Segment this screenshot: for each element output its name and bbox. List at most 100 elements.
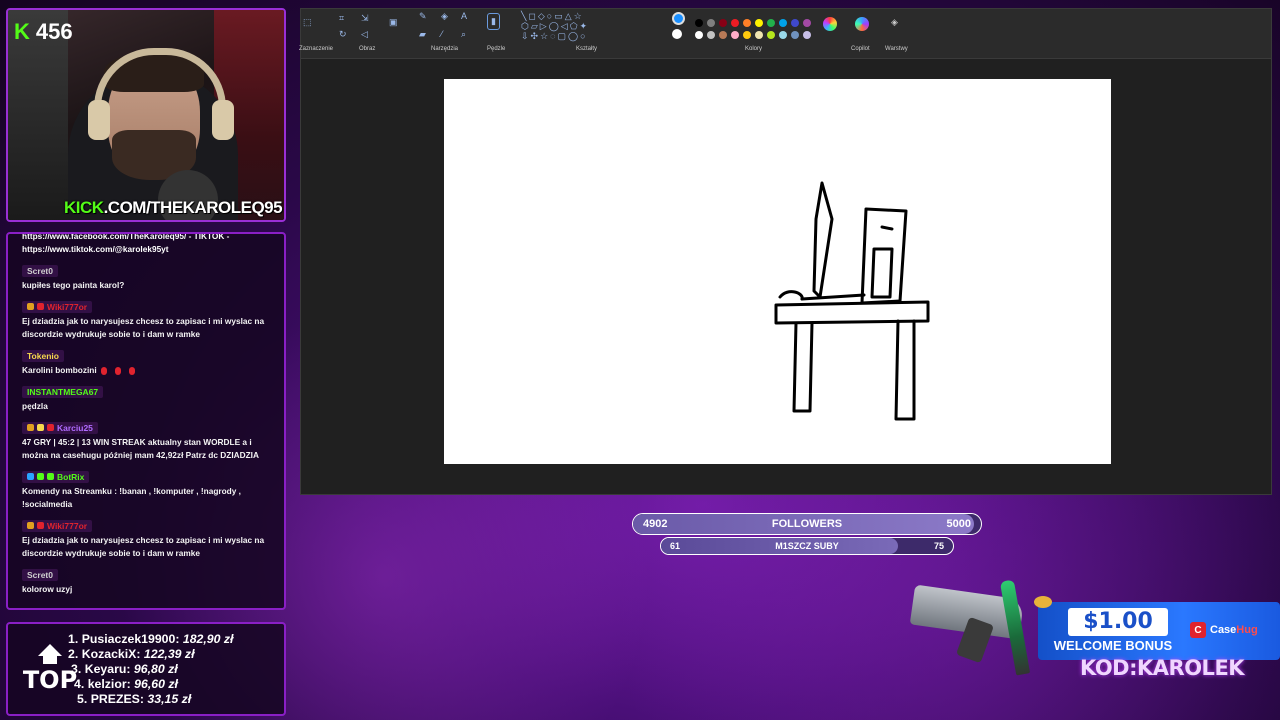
kick-channel-url: .COM/THEKAROLEQ95 — [103, 198, 283, 217]
chat-text-content: Ej dziadzia jak to narysujesz chcesz to … — [22, 316, 265, 339]
followers-goal-bar: 4902 FOLLOWERS 5000 — [632, 513, 982, 535]
image-icon[interactable]: ▣ — [389, 17, 398, 28]
chat-username[interactable]: INSTANTMEGA67 — [22, 386, 104, 398]
palette-color-swatch[interactable] — [695, 31, 703, 39]
casehug-brand: C CaseHug — [1190, 622, 1258, 638]
top-donor-row: 3. Keyaru: 96,80 zł — [68, 662, 233, 677]
chat-badge-icon — [27, 303, 34, 310]
emote-icon — [128, 366, 135, 375]
shapes-row-3-icon[interactable]: ⇩✣☆◌▢◯○ — [521, 31, 588, 42]
primary-color-swatch[interactable] — [672, 12, 685, 25]
casehug-ad: $1.00 WELCOME BONUS C CaseHug KOD:KAROLE… — [908, 579, 1280, 690]
promo-code: KOD:KAROLEK — [1080, 656, 1245, 680]
layers-icon[interactable]: ◈ — [891, 17, 898, 28]
chat-panel: https://www.facebook.com/TheKaroleq95/ -… — [6, 232, 286, 610]
chat-username-text: BotRix — [57, 471, 85, 482]
followers-target: 5000 — [946, 518, 971, 530]
edit-colors-icon[interactable] — [823, 17, 837, 31]
follower-count-value: 456 — [35, 19, 73, 44]
magnifier-icon[interactable]: ⌕ — [461, 29, 466, 40]
brush-icon[interactable]: ▮ — [487, 13, 500, 30]
headset-earcup-right — [212, 100, 234, 140]
chat-username[interactable]: Karciu25 — [22, 421, 98, 434]
paint-ribbon: ⬚ ⌗ ⇲ ▣ ↻ ◁ ✎ ◈ A ▰ ⁄ ⌕ ▮ ╲◻◇○▭△☆ ⬡▱▷◯◁⬠… — [299, 9, 1271, 59]
ribbon-group-label: Narzędzia — [431, 46, 459, 52]
chat-messages: Scret0 kupiłes tego painta karol? Wiki777o… — [22, 261, 274, 596]
top-donor-amount: 96,60 zł — [134, 677, 178, 691]
chat-message: Karciu25 47 GRY | 45:2 | 13 WIN STREAK ak… — [22, 418, 274, 462]
subs-target: 75 — [933, 541, 944, 551]
casehug-brand-case: Case — [1210, 624, 1237, 636]
chat-text-content: 47 GRY | 45:2 | 13 WIN STREAK aktualny s… — [22, 437, 259, 460]
top-donor-rank: 3. — [71, 662, 82, 676]
chat-username-text: INSTANTMEGA67 — [27, 387, 99, 397]
chat-username[interactable]: BotRix — [22, 470, 90, 483]
chat-text: kupiłes tego painta karol? — [22, 279, 274, 292]
rotate-icon[interactable]: ↻ — [339, 29, 347, 40]
paint-window: ⬚ ⌗ ⇲ ▣ ↻ ◁ ✎ ◈ A ▰ ⁄ ⌕ ▮ ╲◻◇○▭△☆ ⬡▱▷◯◁⬠… — [299, 8, 1272, 495]
resize-icon[interactable]: ⇲ — [361, 13, 369, 24]
chat-username[interactable]: Scret0 — [22, 569, 58, 581]
kick-prefix: KICK — [64, 198, 104, 217]
ribbon-group-label: Kształty — [576, 46, 598, 52]
palette-color-swatch[interactable] — [755, 19, 763, 27]
top-donor-name: KozackiX: — [81, 647, 141, 661]
secondary-color-swatch[interactable] — [672, 29, 682, 39]
palette-color-swatch[interactable] — [779, 19, 787, 27]
palette-color-swatch[interactable] — [707, 31, 715, 39]
palette-color-swatch[interactable] — [779, 31, 787, 39]
top-donor-rank: 2. — [68, 647, 79, 661]
chat-text-content: pędzla — [22, 401, 48, 411]
drawing-canvas[interactable] — [444, 79, 1111, 464]
top-donor-amount: 33,15 zł — [147, 692, 192, 706]
chat-username[interactable]: Wiki777or — [22, 300, 93, 313]
chat-badge-icon — [37, 522, 44, 529]
chat-username-text: Scret0 — [27, 266, 53, 276]
desk-with-computer-drawing — [774, 181, 930, 421]
chat-text: pędzla — [22, 400, 274, 413]
chat-badge-icon — [47, 473, 54, 480]
palette-color-swatch[interactable] — [719, 19, 727, 27]
palette-color-swatch[interactable] — [707, 19, 715, 27]
select-icon[interactable]: ⬚ — [303, 17, 312, 28]
casehug-brand-hug: Hug — [1236, 624, 1258, 636]
palette-color-swatch[interactable] — [731, 31, 739, 39]
fill-icon[interactable]: ◈ — [441, 11, 448, 22]
top-donor-row: 4. kelzior: 96,60 zł — [68, 677, 233, 692]
text-icon[interactable]: A — [461, 11, 467, 21]
top-donors-list: 1. Pusiaczek19900: 182,90 zł 2. KozackiX… — [68, 632, 233, 707]
chat-username[interactable]: Tokenio — [22, 350, 64, 362]
copilot-icon[interactable] — [855, 17, 869, 31]
palette-color-swatch[interactable] — [803, 19, 811, 27]
chat-username[interactable]: Scret0 — [22, 265, 58, 277]
chat-text: Karolini bombozini — [22, 364, 274, 377]
pencil-icon[interactable]: ✎ — [419, 11, 427, 22]
top-donor-row: 1. Pusiaczek19900: 182,90 zł — [68, 632, 233, 647]
color-picker-icon[interactable]: ⁄ — [441, 29, 443, 39]
palette-color-swatch[interactable] — [743, 31, 751, 39]
top-donor-rank: 4. — [74, 677, 85, 691]
palette-color-swatch[interactable] — [731, 19, 739, 27]
palette-color-swatch[interactable] — [719, 31, 727, 39]
flip-icon[interactable]: ◁ — [361, 29, 368, 40]
palette-color-swatch[interactable] — [755, 31, 763, 39]
crop-icon[interactable]: ⌗ — [339, 13, 344, 24]
top-donor-name: kelzior: — [87, 677, 131, 691]
chat-badge-icon — [37, 473, 44, 480]
palette-color-swatch[interactable] — [767, 31, 775, 39]
palette-color-swatch[interactable] — [743, 19, 751, 27]
chat-text: Komendy na Streamku : !banan , !komputer… — [22, 485, 274, 511]
palette-color-swatch[interactable] — [803, 31, 811, 39]
palette-color-swatch[interactable] — [791, 19, 799, 27]
chat-text-content: Karolini bombozini — [22, 365, 97, 375]
chat-text: kolorow uzyj — [22, 583, 274, 596]
eraser-icon[interactable]: ▰ — [419, 29, 426, 40]
chat-text: Ej dziadzia jak to narysujesz chcesz to … — [22, 534, 274, 560]
up-arrow-stem — [43, 656, 57, 664]
chat-username[interactable]: Wiki777or — [22, 519, 93, 532]
palette-color-swatch[interactable] — [695, 19, 703, 27]
chat-text: 47 GRY | 45:2 | 13 WIN STREAK aktualny s… — [22, 436, 274, 462]
palette-color-swatch[interactable] — [791, 31, 799, 39]
palette-color-swatch[interactable] — [767, 19, 775, 27]
top-donor-name: Keyaru: — [84, 662, 131, 676]
